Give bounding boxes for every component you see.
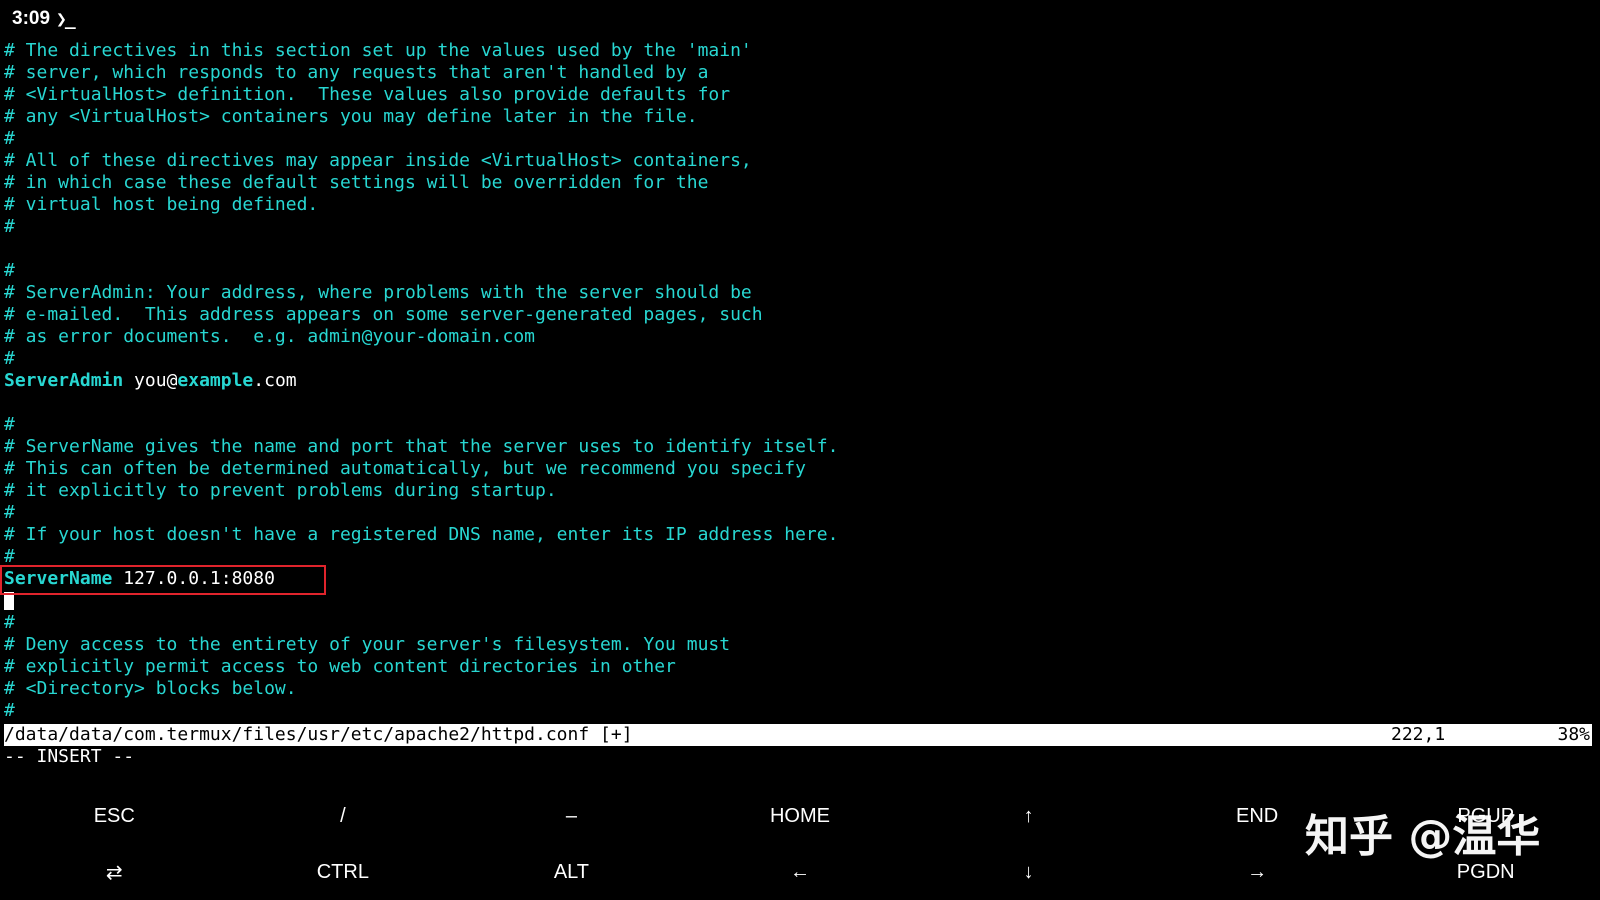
comment-line: # as error documents. e.g. admin@your-do…: [4, 326, 536, 347]
comment-line: # <Directory> blocks below.: [4, 678, 297, 699]
server-admin-directive: ServerAdmin: [4, 370, 124, 391]
comment-line: #: [4, 348, 15, 369]
cursor-position: 222,1: [1391, 724, 1446, 745]
comment-line: # All of these directives may appear ins…: [4, 150, 752, 171]
arrow-right-icon[interactable]: →: [1143, 844, 1372, 900]
comment-line: # This can often be determined automatic…: [4, 458, 806, 479]
vim-status-line: /data/data/com.termux/files/usr/etc/apac…: [4, 724, 1592, 746]
comment-block-3: # # Deny access to the entirety of your s…: [4, 612, 1596, 722]
arrow-down-icon[interactable]: ↓: [914, 844, 1143, 900]
comment-line: #: [4, 260, 15, 281]
comment-line: #: [4, 700, 15, 721]
extra-keys-bar: ESC / – HOME ↑ END PGUP ⇄ CTRL ALT ← ↓ →…: [0, 788, 1600, 900]
comment-line: # explicitly permit access to web conten…: [4, 656, 676, 677]
key-dash[interactable]: –: [457, 788, 686, 844]
server-name-value: 127.0.0.1:8080: [112, 568, 275, 589]
key-slash[interactable]: /: [229, 788, 458, 844]
comment-line: # ServerAdmin: Your address, where probl…: [4, 282, 752, 303]
key-ctrl[interactable]: CTRL: [229, 844, 458, 900]
server-admin-domain: example: [177, 370, 254, 391]
vim-mode-indicator: -- INSERT --: [4, 746, 135, 767]
key-home[interactable]: HOME: [686, 788, 915, 844]
comment-line: # Deny access to the entirety of your se…: [4, 634, 731, 655]
server-name-highlight: ServerName 127.0.0.1:8080: [0, 565, 326, 595]
comment-line: #: [4, 414, 15, 435]
key-esc[interactable]: ESC: [0, 788, 229, 844]
comment-line: [4, 238, 1596, 260]
server-admin-tld: .com: [253, 370, 297, 391]
comment-block-2: # # ServerName gives the name and port th…: [4, 392, 1596, 568]
comment-line: #: [4, 502, 15, 523]
server-name-directive: ServerName: [4, 568, 113, 589]
key-pgdn[interactable]: PGDN: [1371, 844, 1600, 900]
terminal-prompt-icon: ❯_: [56, 8, 76, 30]
comment-line: # any <VirtualHost> containers you may d…: [4, 106, 698, 127]
key-alt[interactable]: ALT: [457, 844, 686, 900]
server-admin-user: you@: [123, 370, 178, 391]
arrow-up-icon[interactable]: ↑: [914, 788, 1143, 844]
comment-line: # The directives in this section set up …: [4, 40, 752, 61]
system-status-bar: 3:09 ❯_: [12, 6, 76, 32]
comment-line: #: [4, 612, 15, 633]
comment-line: #: [4, 128, 15, 149]
server-admin-line: ServerAdmin you@example.com: [4, 370, 1596, 392]
tab-swap-icon[interactable]: ⇄: [0, 844, 229, 900]
comment-line: # ServerName gives the name and port tha…: [4, 436, 839, 457]
comment-line: # it explicitly to prevent problems duri…: [4, 480, 557, 501]
comment-line: # in which case these default settings w…: [4, 172, 709, 193]
scroll-percent: 38%: [1557, 724, 1590, 745]
comment-line: #: [4, 216, 15, 237]
comment-block-1: # The directives in this section set up …: [4, 40, 1596, 370]
terminal-editor[interactable]: # The directives in this section set up …: [0, 40, 1596, 722]
comment-line: # <VirtualHost> definition. These values…: [4, 84, 731, 105]
comment-line: # e-mailed. This address appears on some…: [4, 304, 763, 325]
key-pgup[interactable]: PGUP: [1371, 788, 1600, 844]
clock: 3:09: [12, 8, 51, 29]
comment-line: # virtual host being defined.: [4, 194, 319, 215]
arrow-left-icon[interactable]: ←: [686, 844, 915, 900]
file-path: /data/data/com.termux/files/usr/etc/apac…: [4, 724, 633, 745]
comment-line: [4, 392, 1596, 414]
comment-line: # If your host doesn't have a registered…: [4, 524, 839, 545]
server-name-line: ServerName 127.0.0.1:8080: [0, 565, 1596, 595]
comment-line: # server, which responds to any requests…: [4, 62, 709, 83]
key-end[interactable]: END: [1143, 788, 1372, 844]
